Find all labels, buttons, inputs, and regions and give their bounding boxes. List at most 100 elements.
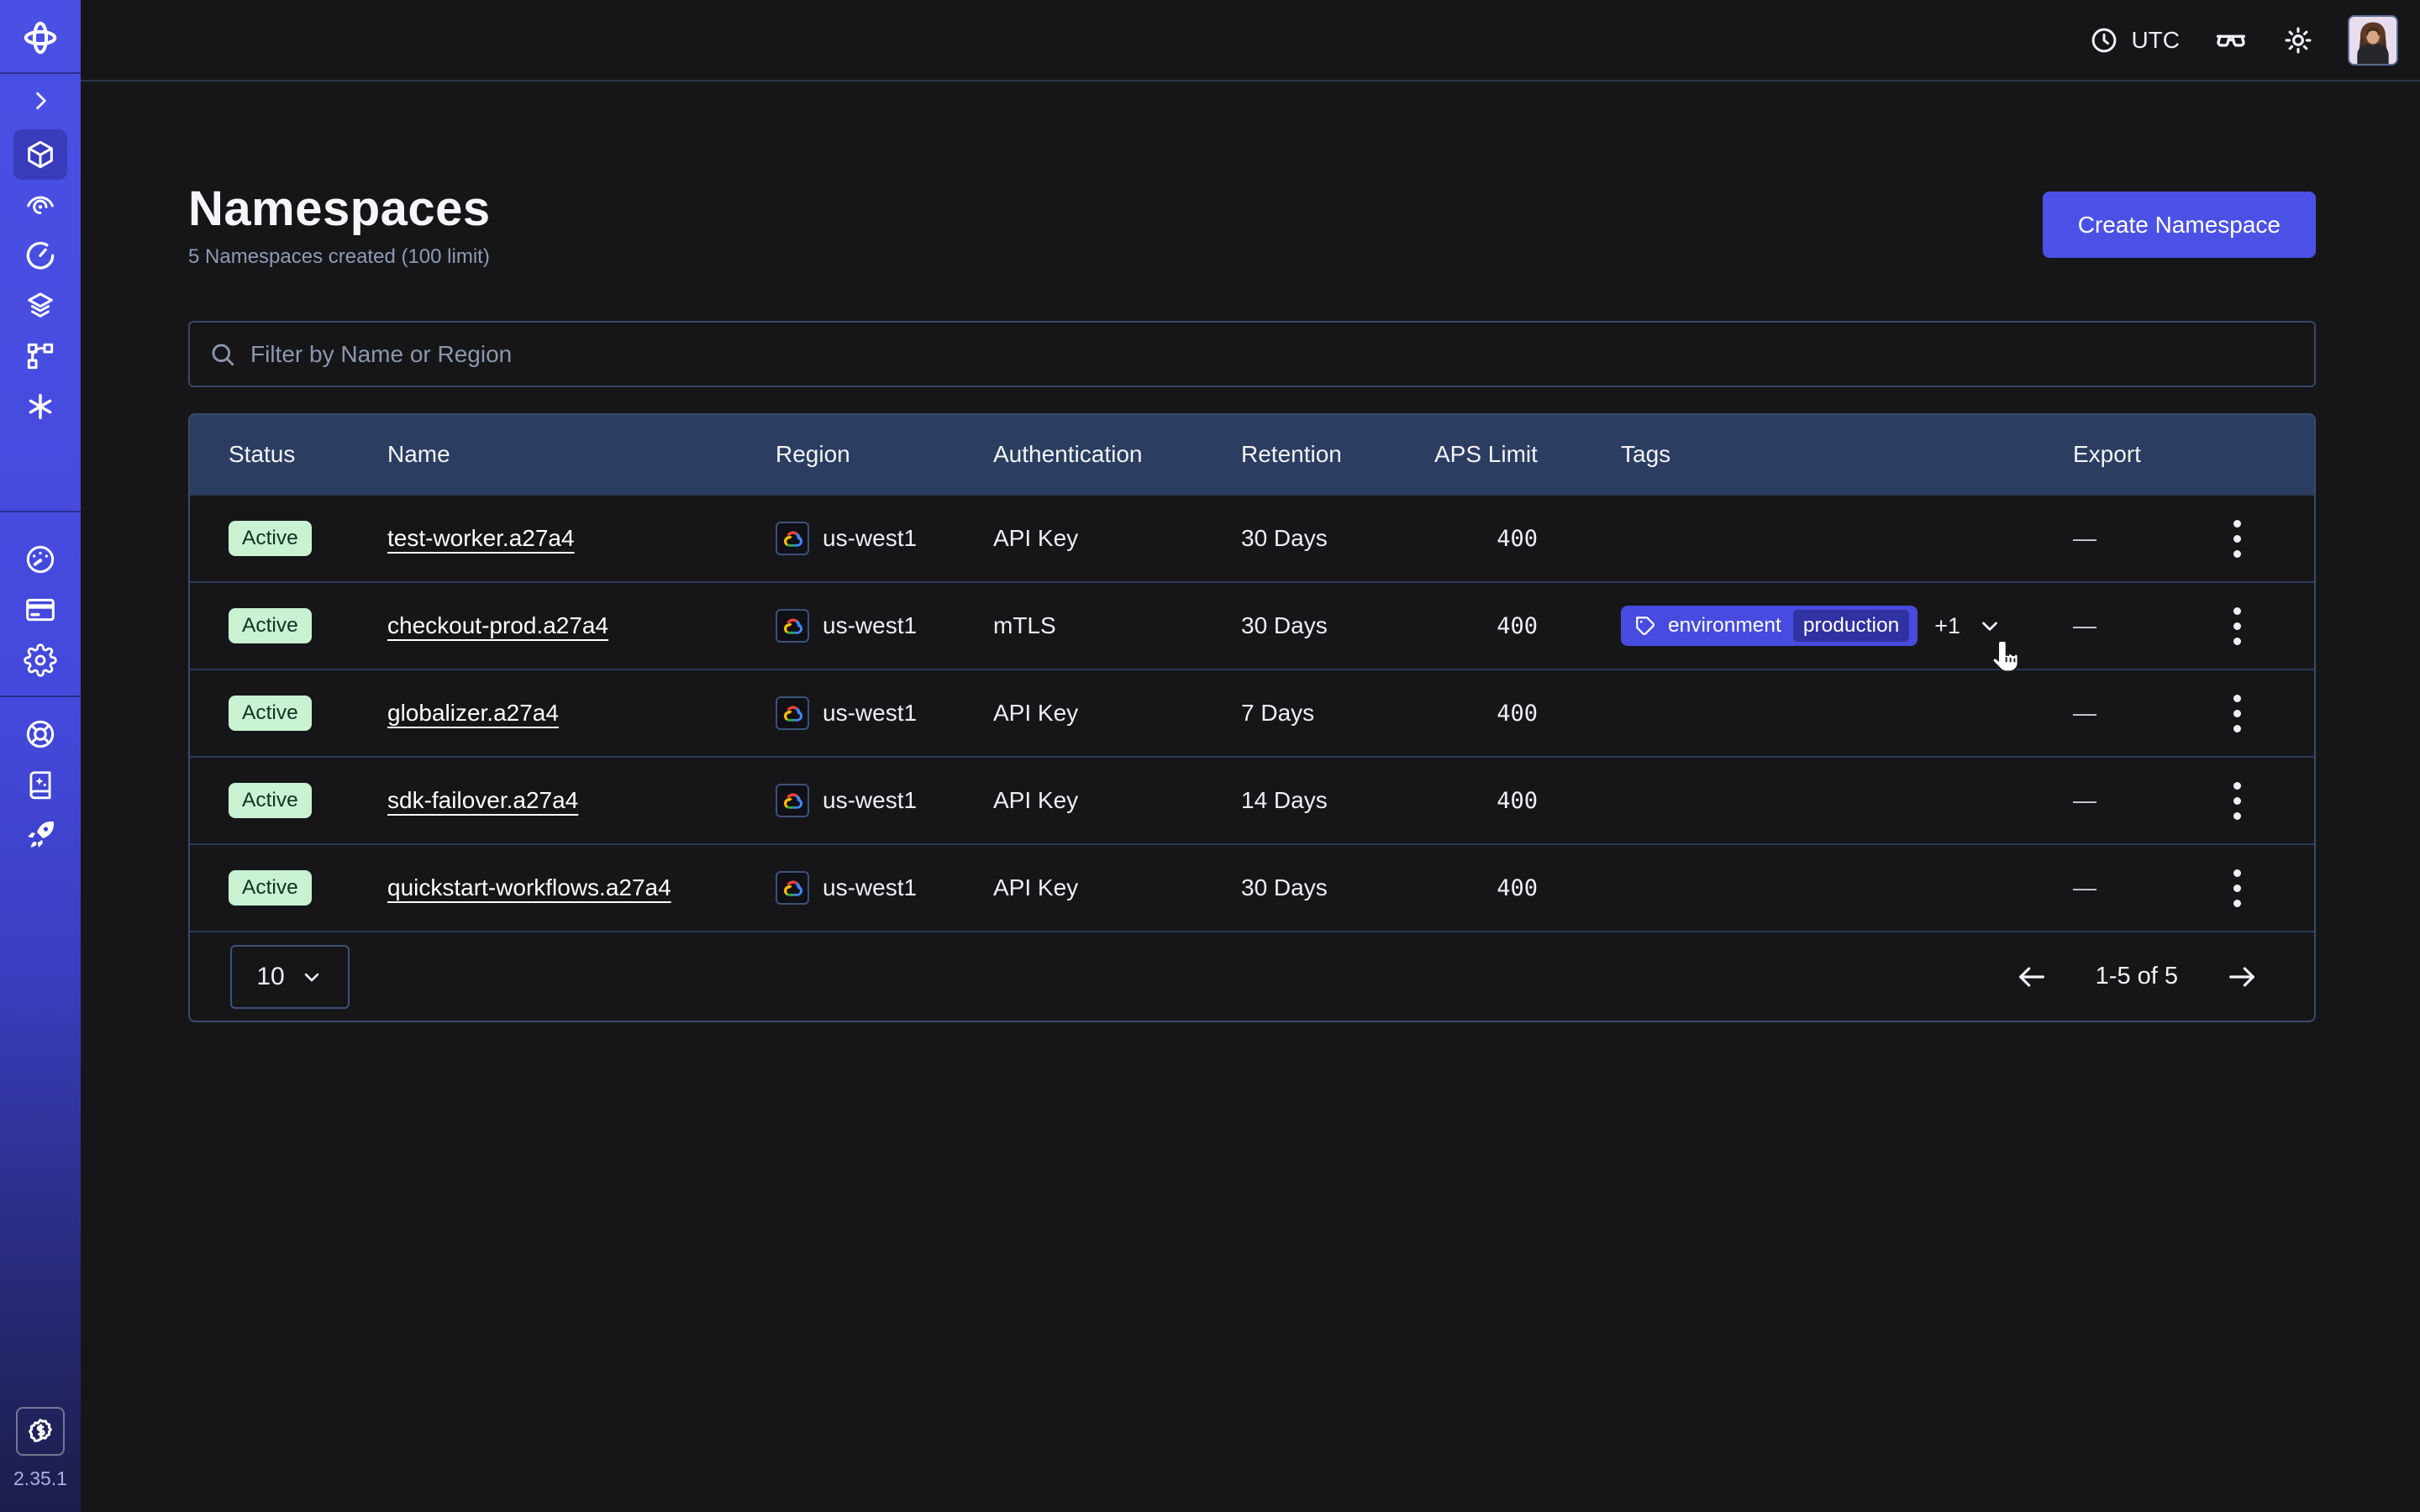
status-badge: Active bbox=[229, 783, 312, 819]
chevron-down-icon[interactable] bbox=[1977, 613, 2002, 638]
row-actions-button[interactable] bbox=[2217, 775, 2257, 826]
table-row: Active sdk-failover.a27a4 us-west1 API K… bbox=[190, 756, 2314, 843]
google-cloud-icon bbox=[776, 609, 809, 643]
tag-pill[interactable]: environment production bbox=[1621, 606, 1918, 646]
tag-key: environment bbox=[1668, 614, 1781, 638]
retention-value: 30 Days bbox=[1241, 525, 1434, 552]
temporal-logo-icon[interactable] bbox=[21, 0, 60, 72]
row-actions-button[interactable] bbox=[2217, 863, 2257, 913]
column-header-retention: Retention bbox=[1241, 441, 1434, 468]
sidebar-item-timer[interactable] bbox=[13, 230, 67, 281]
sidebar-item-namespaces[interactable] bbox=[13, 129, 67, 180]
prev-page-button[interactable] bbox=[2015, 960, 2049, 994]
namespace-link[interactable]: checkout-prod.a27a4 bbox=[387, 612, 608, 639]
reader-glasses-icon bbox=[2213, 23, 2249, 58]
tag-value: production bbox=[1793, 610, 1909, 642]
top-bar: UTC bbox=[81, 0, 2420, 81]
sidebar-expand-button[interactable] bbox=[27, 87, 54, 114]
status-badge: Active bbox=[229, 696, 312, 732]
table-footer: 10 1-5 of 5 bbox=[190, 931, 2314, 1021]
sidebar-item-usage[interactable] bbox=[13, 534, 67, 585]
namespace-link[interactable]: quickstart-workflows.a27a4 bbox=[387, 874, 671, 901]
page-size-value: 10 bbox=[256, 963, 284, 991]
table-row: Active checkout-prod.a27a4 us-west1 mTLS… bbox=[190, 581, 2314, 669]
filter-input[interactable] bbox=[250, 341, 2296, 368]
aps-limit-value: 400 bbox=[1434, 613, 1538, 639]
page-title: Namespaces bbox=[188, 181, 491, 237]
sidebar-divider bbox=[0, 72, 81, 74]
credits-badge-icon bbox=[25, 1416, 55, 1446]
region-label: us-west1 bbox=[823, 525, 917, 552]
status-badge: Active bbox=[229, 608, 312, 644]
timezone-label: UTC bbox=[2131, 27, 2180, 54]
column-header-status: Status bbox=[190, 441, 387, 468]
google-cloud-icon bbox=[776, 871, 809, 905]
table-row: Active globalizer.a27a4 us-west1 API Key… bbox=[190, 669, 2314, 756]
sidebar-item-eye[interactable] bbox=[13, 180, 67, 230]
row-actions-button[interactable] bbox=[2217, 513, 2257, 564]
column-header-auth: Authentication bbox=[993, 441, 1241, 468]
page-subtitle: 5 Namespaces created (100 limit) bbox=[188, 245, 491, 269]
namespace-link[interactable]: sdk-failover.a27a4 bbox=[387, 787, 578, 814]
export-value: — bbox=[2073, 874, 2096, 901]
table-row: Active quickstart-workflows.a27a4 us-wes… bbox=[190, 843, 2314, 931]
branch-merge-icon bbox=[24, 339, 57, 373]
rocket-icon bbox=[24, 818, 57, 852]
sidebar-item-support[interactable] bbox=[13, 709, 67, 759]
user-avatar[interactable] bbox=[2348, 15, 2398, 66]
main-content: Namespaces 5 Namespaces created (100 lim… bbox=[81, 81, 2420, 1512]
sidebar-item-asterisk[interactable] bbox=[13, 381, 67, 432]
auth-value: API Key bbox=[993, 700, 1241, 727]
google-cloud-icon bbox=[776, 696, 809, 730]
theme-toggle-button[interactable] bbox=[2282, 24, 2314, 56]
retention-value: 30 Days bbox=[1241, 874, 1434, 901]
next-page-button[interactable] bbox=[2225, 960, 2259, 994]
aps-limit-value: 400 bbox=[1434, 875, 1538, 901]
reader-glasses-button[interactable] bbox=[2213, 23, 2249, 58]
sidebar: 2.35.1 bbox=[0, 0, 81, 1512]
export-value: — bbox=[2073, 612, 2096, 639]
table-row: Active test-worker.a27a4 us-west1 API Ke… bbox=[190, 494, 2314, 581]
spiral-eye-icon bbox=[24, 188, 57, 222]
region-label: us-west1 bbox=[823, 612, 917, 639]
gear-icon bbox=[24, 643, 57, 677]
countdown-timer-icon bbox=[24, 239, 57, 272]
page-size-select[interactable]: 10 bbox=[230, 945, 350, 1009]
namespace-link[interactable]: test-worker.a27a4 bbox=[387, 525, 575, 552]
region-label: us-west1 bbox=[823, 787, 917, 814]
column-header-region: Region bbox=[776, 441, 993, 468]
column-header-export: Export bbox=[2073, 441, 2314, 468]
retention-value: 14 Days bbox=[1241, 787, 1434, 814]
column-header-name: Name bbox=[387, 441, 776, 468]
export-value: — bbox=[2073, 525, 2096, 552]
namespace-link[interactable]: globalizer.a27a4 bbox=[387, 700, 559, 727]
sidebar-item-docs[interactable] bbox=[13, 759, 67, 810]
table-header: Status Name Region Authentication Retent… bbox=[190, 415, 2314, 494]
sidebar-item-layers[interactable] bbox=[13, 281, 67, 331]
timezone-selector[interactable]: UTC bbox=[2089, 25, 2180, 55]
auth-value: API Key bbox=[993, 525, 1241, 552]
gauge-icon bbox=[24, 543, 57, 576]
export-value: — bbox=[2073, 787, 2096, 814]
sidebar-item-billing[interactable] bbox=[13, 585, 67, 635]
sidebar-item-branch[interactable] bbox=[13, 331, 67, 381]
clock-icon bbox=[2089, 25, 2119, 55]
book-sparkle-icon bbox=[24, 769, 56, 801]
namespaces-table: Status Name Region Authentication Retent… bbox=[188, 413, 2316, 1022]
auth-value: API Key bbox=[993, 874, 1241, 901]
sidebar-divider bbox=[0, 511, 81, 512]
sidebar-item-getting-started[interactable] bbox=[13, 810, 67, 860]
asterisk-icon bbox=[24, 390, 57, 423]
google-cloud-icon bbox=[776, 522, 809, 555]
credits-badge-button[interactable] bbox=[16, 1407, 65, 1456]
create-namespace-button[interactable]: Create Namespace bbox=[2043, 192, 2316, 258]
region-label: us-west1 bbox=[823, 700, 917, 727]
aps-limit-value: 400 bbox=[1434, 701, 1538, 727]
row-actions-button[interactable] bbox=[2217, 688, 2257, 738]
aps-limit-value: 400 bbox=[1434, 526, 1538, 552]
chevron-down-icon bbox=[300, 965, 324, 989]
light-theme-sun-icon bbox=[2282, 24, 2314, 56]
sidebar-item-settings[interactable] bbox=[13, 635, 67, 685]
lifebuoy-icon bbox=[24, 717, 57, 751]
row-actions-button[interactable] bbox=[2217, 601, 2257, 651]
